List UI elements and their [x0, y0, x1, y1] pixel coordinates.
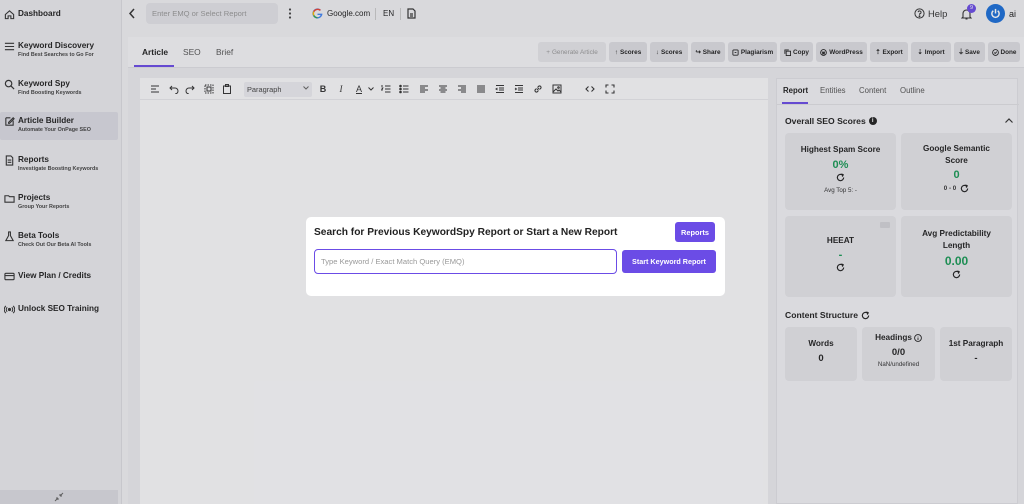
modal-title: Search for Previous KeywordSpy Report or…	[314, 227, 618, 238]
keywordspy-report-modal: Search for Previous KeywordSpy Report or…	[306, 217, 725, 296]
start-keyword-report-button[interactable]: Start Keyword Report	[622, 250, 716, 273]
modal-overlay[interactable]: Search for Previous KeywordSpy Report or…	[0, 0, 1024, 504]
reports-button[interactable]: Reports	[675, 222, 715, 242]
keyword-input[interactable]	[314, 249, 617, 274]
